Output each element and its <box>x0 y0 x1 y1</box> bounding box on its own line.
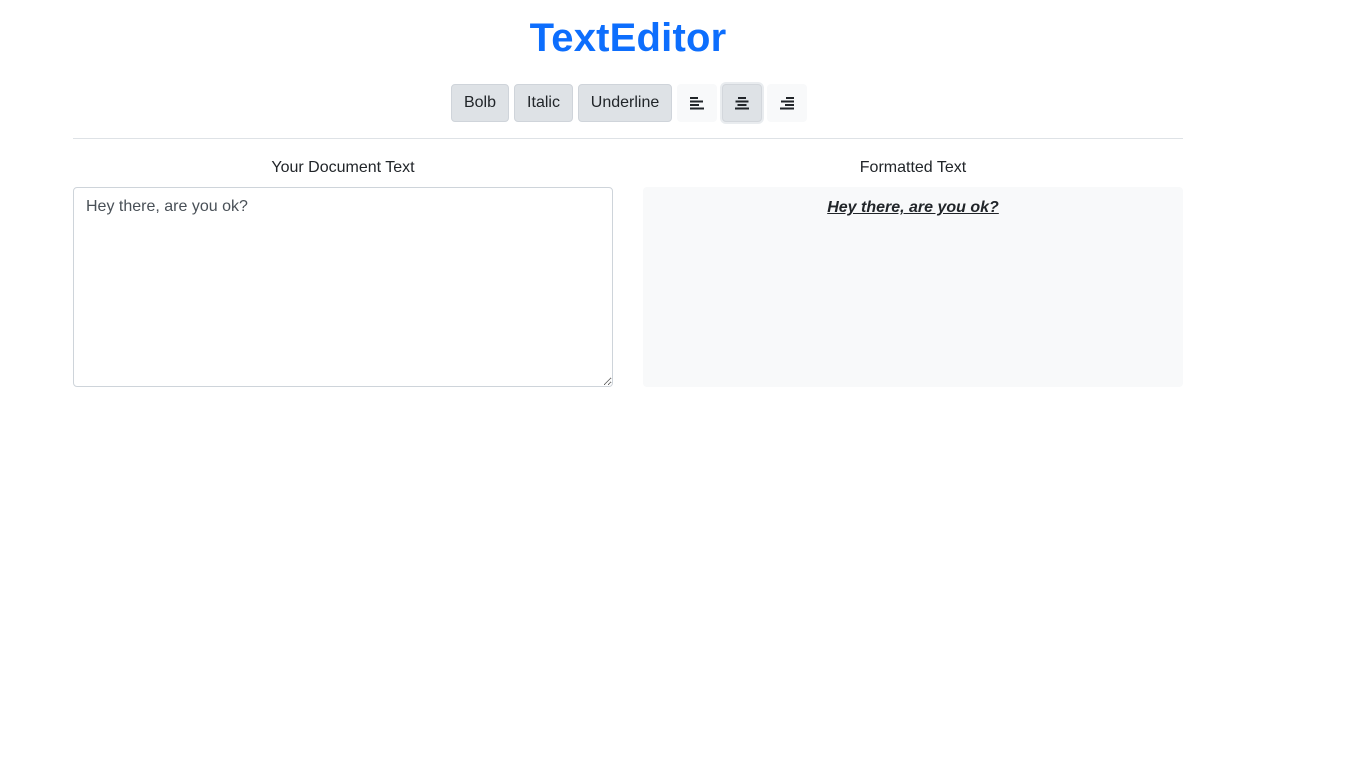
toolbar-divider <box>73 138 1183 139</box>
underline-button[interactable]: Underline <box>578 84 672 122</box>
formatted-text: Hey there, are you ok? <box>827 199 999 216</box>
document-text-input[interactable] <box>73 187 613 387</box>
bold-button[interactable]: Bolb <box>451 84 509 122</box>
input-label: Your Document Text <box>271 159 415 176</box>
app-title: TextEditor <box>529 16 727 60</box>
align-center-icon <box>735 97 749 110</box>
text-editor-app: TextEditor Bolb Italic Underline Your Do… <box>0 0 1366 768</box>
align-left-button[interactable] <box>677 84 717 122</box>
align-right-button[interactable] <box>767 84 807 122</box>
align-right-icon <box>780 97 794 110</box>
formatting-toolbar: Bolb Italic Underline <box>451 84 807 122</box>
formatted-text-panel: Hey there, are you ok? <box>643 187 1183 387</box>
align-left-icon <box>690 97 704 110</box>
align-center-button[interactable] <box>722 84 762 122</box>
italic-button[interactable]: Italic <box>514 84 573 122</box>
output-label: Formatted Text <box>859 159 967 176</box>
